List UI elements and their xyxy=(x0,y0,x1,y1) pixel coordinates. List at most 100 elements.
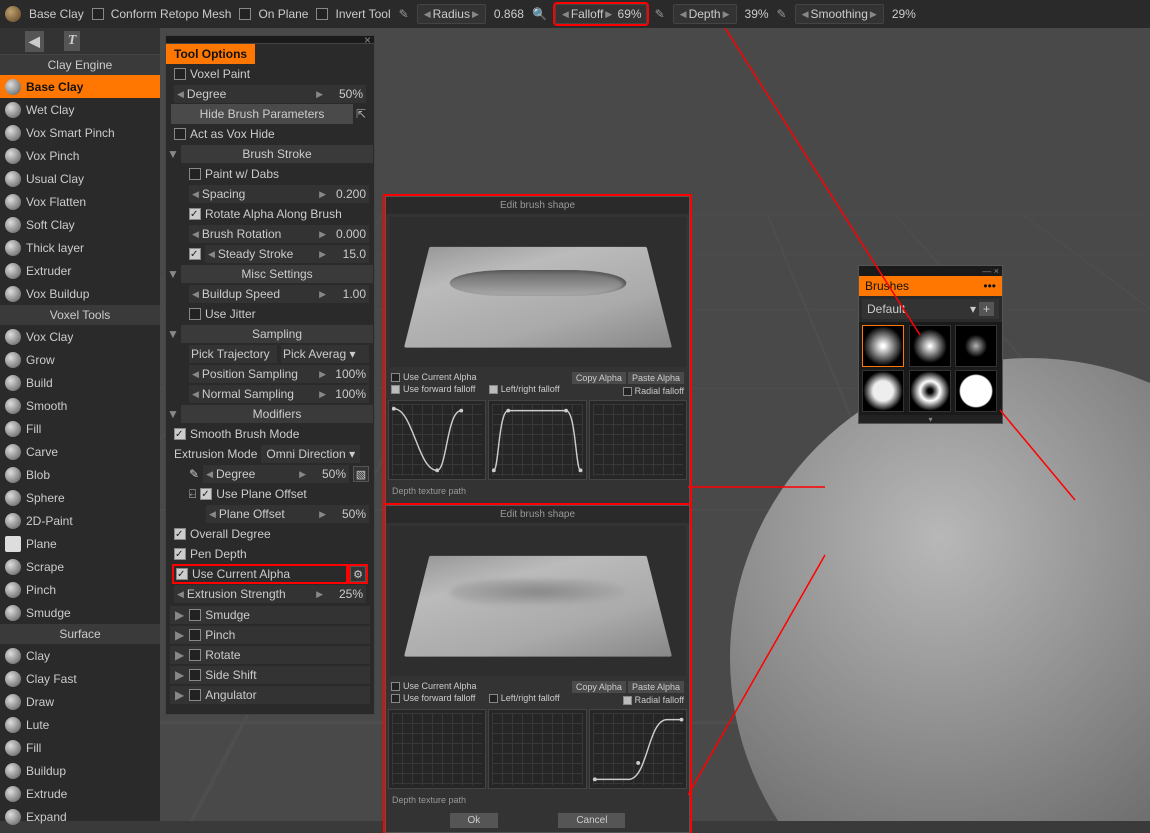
panel-header[interactable] xyxy=(166,36,374,44)
brush-thumbnail-2[interactable] xyxy=(909,325,951,367)
tool-item-extrude[interactable]: Extrude xyxy=(0,782,160,805)
left-right-falloff-opt[interactable]: Left/right falloff xyxy=(489,384,560,394)
tool-item-vox-pinch[interactable]: Vox Pinch xyxy=(0,144,160,167)
pick-average[interactable]: Pick Averag ▾ xyxy=(281,345,369,363)
smooth-brush-mode-check[interactable]: Smooth Brush Mode xyxy=(166,424,374,444)
pen-depth-check[interactable]: Pen Depth xyxy=(166,544,374,564)
radius-value[interactable]: 0.868 xyxy=(494,7,524,21)
smoothing-value[interactable]: 29% xyxy=(892,7,916,21)
degree-settings-icon[interactable]: ▧ xyxy=(353,466,369,482)
use-current-alpha-opt[interactable]: Use Current Alpha xyxy=(391,372,477,382)
invert-checkbox[interactable]: Invert Tool xyxy=(316,7,390,21)
act-vox-hide-check[interactable]: Act as Vox Hide xyxy=(166,124,374,144)
tool-item-expand[interactable]: Expand xyxy=(0,805,160,828)
tool-item-vox-flatten[interactable]: Vox Flatten xyxy=(0,190,160,213)
tool-item-clay-fast[interactable]: Clay Fast xyxy=(0,667,160,690)
radius-spinner[interactable]: ◀Radius▶ xyxy=(417,4,486,24)
tool-item-blob[interactable]: Blob xyxy=(0,463,160,486)
tool-item-plane[interactable]: Plane xyxy=(0,532,160,555)
rotate-alpha-check[interactable]: Rotate Alpha Along Brush xyxy=(184,204,374,224)
copy-alpha-button[interactable]: Copy Alpha xyxy=(572,681,626,693)
tool-item-vox-buildup[interactable]: Vox Buildup xyxy=(0,282,160,305)
brush-thumbnail-1[interactable] xyxy=(862,325,904,367)
expander-rotate[interactable]: ▶Rotate xyxy=(170,646,370,664)
section-sampling[interactable]: Sampling xyxy=(181,325,373,343)
tool-item-grow[interactable]: Grow xyxy=(0,348,160,371)
use-current-alpha-check[interactable]: Use Current Alpha xyxy=(174,566,346,582)
extrusion-mode-dropdown[interactable]: Omni Direction ▾ xyxy=(261,445,360,463)
section-misc[interactable]: Misc Settings xyxy=(181,265,373,283)
tool-item-smudge[interactable]: Smudge xyxy=(0,601,160,624)
falloff-graph-1[interactable] xyxy=(388,709,486,789)
use-forward-falloff-opt[interactable]: Use forward falloff xyxy=(391,384,477,394)
steady-stroke-check[interactable] xyxy=(189,248,201,260)
smoothing-spinner[interactable]: ◀Smoothing▶ xyxy=(795,4,884,24)
tool-item-wet-clay[interactable]: Wet Clay xyxy=(0,98,160,121)
position-sampling-spinner[interactable]: ◀Position Sampling▶100% xyxy=(189,365,369,383)
tool-item-pinch[interactable]: Pinch xyxy=(0,578,160,601)
tool-item-draw[interactable]: Draw xyxy=(0,690,160,713)
falloff-graph-2[interactable] xyxy=(488,709,586,789)
use-jitter-check[interactable]: Use Jitter xyxy=(184,304,374,324)
radial-falloff-opt[interactable]: Radial falloff xyxy=(623,695,684,705)
tool-item-extruder[interactable]: Extruder xyxy=(0,259,160,282)
section-brush-stroke[interactable]: Brush Stroke xyxy=(181,145,373,163)
pick-trajectory[interactable]: Pick Trajectory xyxy=(189,345,277,363)
tool-item-lute[interactable]: Lute xyxy=(0,713,160,736)
paste-alpha-button[interactable]: Paste Alpha xyxy=(628,681,684,693)
use-current-alpha-opt[interactable]: Use Current Alpha xyxy=(391,681,477,691)
tool-item-vox-clay[interactable]: Vox Clay xyxy=(0,325,160,348)
brush-preset-dropdown[interactable]: Default▾+ xyxy=(862,299,999,319)
tool-item-carve[interactable]: Carve xyxy=(0,440,160,463)
falloff-graph-1[interactable] xyxy=(388,400,486,480)
brush-thumbnail-6[interactable] xyxy=(955,370,997,412)
depth-value[interactable]: 39% xyxy=(745,7,769,21)
spacing-spinner[interactable]: ◀Spacing▶0.200 xyxy=(189,185,369,203)
degree2-spinner[interactable]: ◀Degree▶50% xyxy=(203,465,349,483)
left-right-falloff-opt[interactable]: Left/right falloff xyxy=(489,693,560,703)
extrusion-strength-spinner[interactable]: ◀Extrusion Strength▶25% xyxy=(174,585,366,603)
tool-item-soft-clay[interactable]: Soft Clay xyxy=(0,213,160,236)
radial-falloff-opt[interactable]: Radial falloff xyxy=(623,386,684,396)
alpha-settings-icon[interactable]: ⚙ xyxy=(350,566,366,582)
paste-alpha-button[interactable]: Paste Alpha xyxy=(628,372,684,384)
expander-pinch[interactable]: ▶Pinch xyxy=(170,626,370,644)
expander-smudge[interactable]: ▶Smudge xyxy=(170,606,370,624)
expander-side-shift[interactable]: ▶Side Shift xyxy=(170,666,370,684)
steady-stroke-spinner[interactable]: ◀Steady Stroke▶15.0 xyxy=(205,245,369,263)
brush-thumbnail-3[interactable] xyxy=(955,325,997,367)
brushes-panel-header[interactable]: — × xyxy=(859,266,1002,276)
on-plane-checkbox[interactable]: On Plane xyxy=(239,7,308,21)
tool-item-fill[interactable]: Fill xyxy=(0,736,160,759)
add-brush-icon[interactable]: + xyxy=(979,302,994,316)
falloff-graph-2[interactable] xyxy=(488,400,586,480)
popout-icon[interactable]: ⇱ xyxy=(353,107,369,121)
normal-sampling-spinner[interactable]: ◀Normal Sampling▶100% xyxy=(189,385,369,403)
plane-offset-spinner[interactable]: ◀Plane Offset▶50% xyxy=(206,505,369,523)
tool-item-sphere[interactable]: Sphere xyxy=(0,486,160,509)
tool-item-smooth[interactable]: Smooth xyxy=(0,394,160,417)
depth-spinner[interactable]: ◀Depth▶ xyxy=(673,4,737,24)
buildup-speed-spinner[interactable]: ◀Buildup Speed▶1.00 xyxy=(189,285,369,303)
tool-item-2d-paint[interactable]: 2D-Paint xyxy=(0,509,160,532)
use-plane-offset-check[interactable] xyxy=(200,488,212,500)
brush-thumbnail-5[interactable] xyxy=(909,370,951,412)
tool-item-thick-layer[interactable]: Thick layer xyxy=(0,236,160,259)
copy-alpha-button[interactable]: Copy Alpha xyxy=(572,372,626,384)
tool-item-usual-clay[interactable]: Usual Clay xyxy=(0,167,160,190)
degree-spinner[interactable]: ◀Degree▶50% xyxy=(174,85,366,103)
tool-item-vox-smart-pinch[interactable]: Vox Smart Pinch xyxy=(0,121,160,144)
brushes-menu-icon[interactable]: ••• xyxy=(983,279,996,293)
tool-item-clay[interactable]: Clay xyxy=(0,644,160,667)
overall-degree-check[interactable]: Overall Degree xyxy=(166,524,374,544)
use-forward-falloff-opt[interactable]: Use forward falloff xyxy=(391,693,477,703)
voxel-paint-check[interactable]: Voxel Paint xyxy=(166,64,374,84)
falloff-graph-3[interactable] xyxy=(589,400,687,480)
brushes-expand-icon[interactable]: ▾ xyxy=(859,415,1002,423)
section-modifiers[interactable]: Modifiers xyxy=(181,405,373,423)
tool-item-buildup[interactable]: Buildup xyxy=(0,759,160,782)
tool-item-build[interactable]: Build xyxy=(0,371,160,394)
paint-dabs-check[interactable]: Paint w/ Dabs xyxy=(184,164,374,184)
tool-item-fill[interactable]: Fill xyxy=(0,417,160,440)
hide-brush-params-button[interactable]: Hide Brush Parameters xyxy=(171,104,353,124)
